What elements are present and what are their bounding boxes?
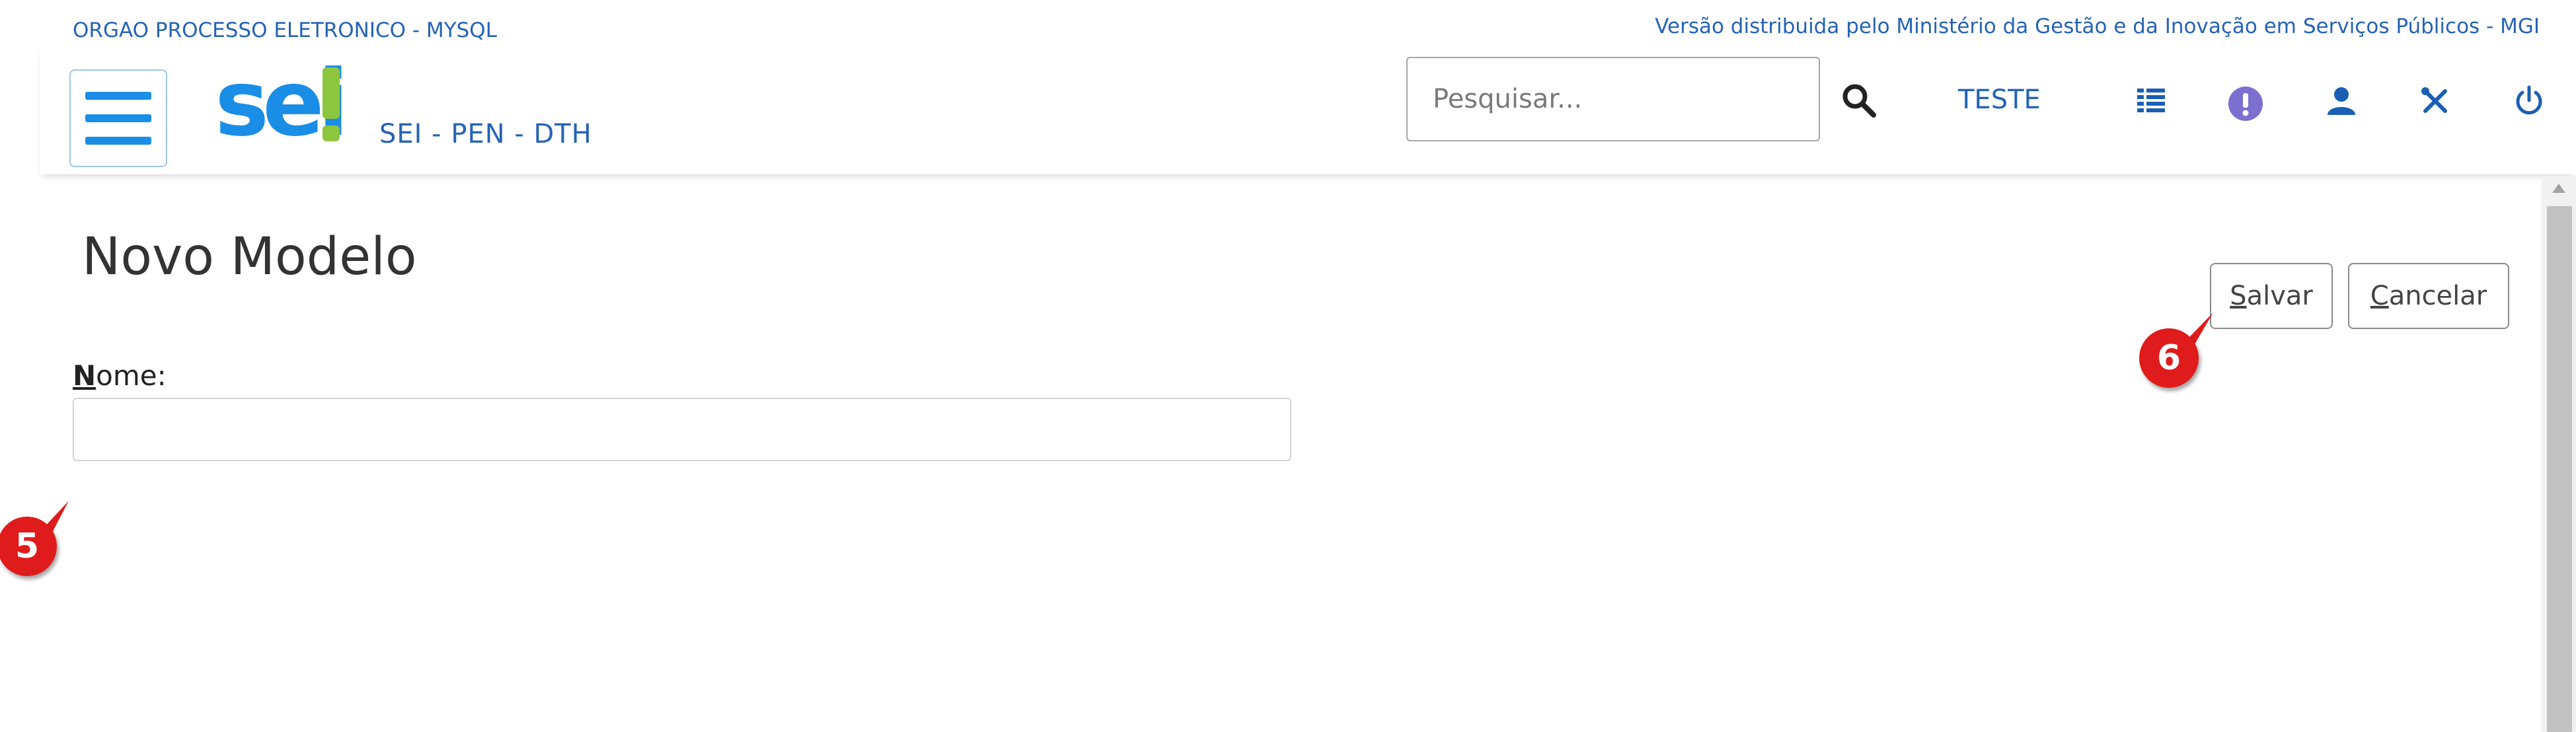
cancel-accesskey: C [2370, 281, 2389, 311]
header-bar [40, 48, 2576, 174]
callout-5-number: 5 [0, 517, 57, 576]
name-input[interactable] [73, 398, 1291, 461]
alert-icon[interactable] [2228, 87, 2263, 121]
cancel-label: ancelar [2388, 281, 2487, 311]
page-title: Novo Modelo [82, 227, 417, 287]
logo-exclamation-dot [322, 126, 340, 141]
callout-6-number: 6 [2139, 328, 2199, 388]
system-name: SEI - PEN - DTH [379, 119, 592, 149]
logo-exclamation-bar [322, 67, 340, 119]
menu-button[interactable] [69, 69, 167, 167]
callout-5: 5 [0, 501, 69, 579]
list-icon[interactable] [2135, 85, 2168, 118]
name-label-text: ome: [96, 359, 167, 392]
cancel-button[interactable]: Cancelar [2348, 263, 2509, 329]
power-icon[interactable] [2513, 85, 2546, 118]
search-icon[interactable] [1840, 82, 1876, 118]
callout-6: 6 [2139, 312, 2213, 390]
scrollbar-thumb[interactable] [2547, 206, 2572, 732]
name-label: Nome: [73, 359, 167, 392]
save-accesskey: S [2230, 281, 2247, 311]
scroll-up-arrow[interactable] [2552, 184, 2565, 193]
save-label: alvar [2246, 281, 2313, 311]
org-label: ORGAO PROCESSO ELETRONICO - MYSQL [73, 18, 497, 42]
tools-icon[interactable] [2419, 85, 2452, 118]
user-icon[interactable] [2325, 85, 2358, 118]
save-button[interactable]: Salvar [2210, 263, 2333, 329]
distribution-note: Versão distribuida pelo Ministério da Ge… [1655, 15, 2540, 38]
name-accesskey: N [73, 359, 96, 392]
unit-selector[interactable]: TESTE [1958, 85, 2041, 115]
search-input[interactable] [1406, 57, 1820, 141]
sei-logo[interactable]: sei [215, 54, 349, 153]
